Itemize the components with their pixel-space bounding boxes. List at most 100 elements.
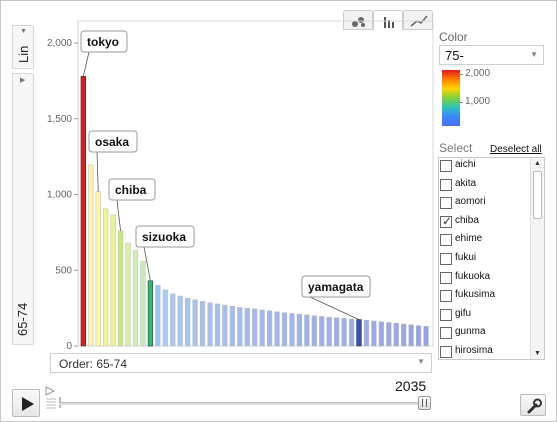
play-icon [22, 397, 34, 411]
speed-icon[interactable] [45, 386, 59, 410]
bar[interactable] [274, 311, 280, 347]
chevron-down-icon: ▼ [417, 357, 425, 366]
chevron-down-icon: ▼ [530, 50, 538, 59]
bar[interactable] [386, 322, 392, 347]
checkbox[interactable] [440, 160, 452, 172]
bar[interactable] [267, 310, 273, 347]
checkbox[interactable] [440, 197, 452, 210]
bar[interactable] [155, 285, 161, 347]
checkbox[interactable] [440, 178, 452, 191]
bar[interactable] [199, 301, 206, 347]
bar-label: chiba [115, 183, 147, 197]
checkbox[interactable] [440, 253, 452, 265]
time-slider-handle[interactable] [418, 396, 431, 410]
scroll-up-icon[interactable]: ▲ [534, 160, 541, 167]
bar[interactable] [401, 323, 407, 347]
bar[interactable] [229, 306, 235, 347]
prefecture-item[interactable]: fukui [439, 251, 531, 269]
list-scrollbar[interactable]: ▲ ▼ [530, 158, 544, 359]
y-scale-selector[interactable]: ▼ Lin [12, 25, 34, 69]
y-tick-label: 1,000 [47, 190, 72, 201]
prefecture-item[interactable]: gifu [439, 307, 531, 325]
bar[interactable] [334, 317, 340, 347]
bar[interactable] [185, 298, 191, 347]
bar[interactable] [259, 309, 265, 347]
prefecture-item[interactable]: hirosima [439, 344, 531, 359]
prefecture-item[interactable]: gunma [439, 325, 531, 343]
bar[interactable] [140, 260, 146, 347]
checkbox[interactable] [440, 214, 452, 228]
prefecture-label: ehime [455, 233, 483, 245]
bar[interactable] [80, 76, 86, 347]
checkbox[interactable] [440, 290, 452, 303]
color-scale-bar [442, 70, 460, 126]
bar[interactable] [207, 302, 213, 347]
bar[interactable] [147, 280, 154, 347]
label-leader [116, 199, 121, 231]
bar[interactable] [170, 293, 176, 347]
order-select[interactable]: Order: 65-74 ▼ [50, 353, 432, 373]
label-leader [96, 151, 99, 192]
checkbox[interactable] [440, 327, 452, 340]
bar[interactable] [408, 324, 414, 347]
bar[interactable] [132, 250, 139, 347]
select-title: Select [439, 141, 473, 155]
bar[interactable] [289, 313, 295, 347]
deselect-all-link[interactable]: Deselect all [490, 144, 542, 155]
bar[interactable] [252, 308, 258, 347]
bar[interactable] [88, 164, 94, 347]
color-select[interactable]: 75- ▼ [439, 45, 544, 65]
chevron-down-icon: ▼ [20, 28, 27, 35]
bar[interactable] [95, 191, 101, 347]
y-axis-selector[interactable]: ▶ 65-74 [12, 73, 34, 345]
bar[interactable] [177, 295, 183, 347]
bar[interactable] [296, 313, 302, 347]
bar[interactable] [304, 314, 310, 347]
checkbox[interactable] [440, 308, 452, 321]
bar[interactable] [341, 318, 347, 347]
color-title: Color [439, 30, 468, 44]
prefecture-item[interactable]: aichi [439, 158, 531, 176]
play-button[interactable] [12, 389, 40, 417]
checkbox[interactable] [440, 346, 452, 358]
prefecture-label: aichi [455, 159, 476, 170]
prefecture-item[interactable]: akita [439, 177, 531, 195]
bar[interactable] [423, 326, 429, 347]
bar[interactable] [281, 312, 288, 347]
bar[interactable] [192, 299, 198, 347]
bar-label: osaka [95, 135, 129, 149]
y-tick-label: 0 [66, 341, 72, 352]
bar[interactable] [162, 289, 168, 347]
bar[interactable] [125, 242, 131, 347]
bar[interactable] [214, 303, 221, 347]
prefecture-label: gunma [455, 326, 486, 338]
bar[interactable] [356, 319, 362, 347]
bar[interactable] [311, 315, 317, 347]
settings-button[interactable] [520, 394, 546, 416]
prefecture-item[interactable]: ehime [439, 232, 531, 250]
scroll-down-icon[interactable]: ▼ [534, 350, 541, 357]
prefecture-item[interactable]: fukusima [439, 288, 531, 306]
bar[interactable] [118, 230, 124, 347]
bar[interactable] [110, 214, 116, 347]
bar[interactable] [371, 320, 377, 347]
bar[interactable] [244, 307, 250, 347]
scrollbar-thumb[interactable] [533, 171, 542, 219]
bar[interactable] [222, 304, 228, 347]
bar[interactable] [319, 316, 325, 347]
bar[interactable] [237, 307, 243, 347]
prefecture-item[interactable]: chiba [439, 214, 531, 232]
bar[interactable] [416, 325, 422, 347]
bar[interactable] [326, 316, 332, 347]
checkbox[interactable] [440, 234, 452, 247]
prefecture-label: akita [455, 177, 477, 189]
prefecture-item[interactable]: fukuoka [439, 270, 531, 288]
bar[interactable] [348, 318, 355, 347]
bar[interactable] [363, 319, 370, 347]
prefecture-item[interactable]: aomori [439, 195, 531, 213]
checkbox[interactable] [440, 271, 452, 284]
time-slider-track[interactable] [59, 402, 427, 405]
bar[interactable] [393, 323, 399, 347]
bar[interactable] [378, 321, 384, 347]
bar[interactable] [103, 208, 109, 347]
